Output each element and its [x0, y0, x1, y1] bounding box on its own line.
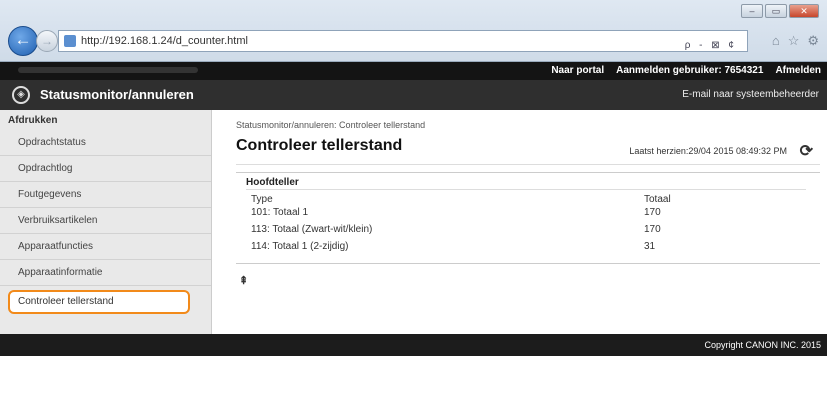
gear-icon[interactable]: ⚙	[807, 33, 819, 49]
sidebar-item-consumables[interactable]: Verbruiksartikelen	[0, 208, 211, 234]
portal-link[interactable]: Naar portal	[551, 65, 604, 76]
back-button[interactable]: ←	[8, 26, 38, 56]
sidebar-item-job-status[interactable]: Opdrachtstatus	[0, 130, 211, 156]
page-title: Controleer tellerstand	[236, 137, 403, 154]
scroll-to-top-icon[interactable]: ⇞	[239, 274, 248, 287]
browser-chrome: – ▭ ✕ ← → http://192.168.1.24/d_counter.…	[0, 0, 827, 62]
column-header-type: Type	[251, 194, 273, 205]
counter-type: 114: Totaal 1 (2-zijdig)	[251, 241, 349, 252]
sidebar-item-job-log[interactable]: Opdrachtlog	[0, 156, 211, 182]
counter-panel: Hoofdteller Type Totaal 101: Totaal 1 17…	[236, 172, 820, 264]
window-controls: – ▭ ✕	[741, 4, 819, 18]
column-header-total: Totaal	[644, 194, 671, 205]
login-info: Aanmelden gebruiker: 7654321	[616, 65, 763, 76]
breadcrumb: Statusmonitor/annuleren: Controleer tell…	[236, 120, 426, 130]
status-monitor-icon: ◈	[12, 86, 30, 104]
section-heading: Hoofdteller	[246, 177, 299, 188]
sidebar-item-check-counter[interactable]: Controleer tellerstand	[8, 290, 190, 314]
url-text: http://192.168.1.24/d_counter.html	[81, 35, 248, 47]
login-user: 7654321	[724, 65, 764, 76]
refresh-icon[interactable]: ⟳	[800, 141, 813, 161]
counter-total: 170	[644, 207, 661, 218]
home-icon[interactable]: ⌂	[772, 33, 780, 49]
address-bar[interactable]: http://192.168.1.24/d_counter.html ρ - ⊠…	[58, 30, 748, 52]
table-row: 101: Totaal 1 170	[251, 206, 671, 219]
title-divider	[236, 164, 820, 165]
address-tools[interactable]: ρ - ⊠ ¢	[685, 36, 737, 56]
sidebar-item-device-info[interactable]: Apparaatinformatie	[0, 260, 211, 286]
sidebar-heading: Afdrukken	[8, 115, 58, 126]
mail-admin-link[interactable]: E-mail naar systeembeheerder	[682, 89, 819, 100]
maximize-icon[interactable]: ▭	[765, 4, 787, 18]
star-icon[interactable]: ☆	[788, 33, 800, 49]
device-name-redacted	[18, 67, 198, 73]
forward-button[interactable]: →	[36, 30, 58, 52]
last-updated: Laatst herzien:29/04 2015 08:49:32 PM	[629, 146, 787, 156]
section-divider	[246, 189, 806, 190]
login-label: Aanmelden gebruiker:	[616, 65, 722, 76]
browser-toolbar-icons: ⌂ ☆ ⚙	[772, 33, 819, 49]
table-row: 114: Totaal 1 (2-zijdig) 31	[251, 240, 671, 253]
main-content: Statusmonitor/annuleren: Controleer tell…	[213, 110, 827, 334]
counter-type: 101: Totaal 1	[251, 207, 309, 218]
copyright: Copyright CANON INC. 2015	[704, 340, 821, 350]
app-title: Statusmonitor/annuleren	[40, 87, 194, 102]
logout-link[interactable]: Afmelden	[775, 65, 821, 76]
top-bar: Naar portal Aanmelden gebruiker: 7654321…	[0, 62, 827, 80]
app-header: ◈ Statusmonitor/annuleren E-mail naar sy…	[0, 80, 827, 110]
footer: Copyright CANON INC. 2015	[0, 334, 827, 356]
favicon-icon	[64, 35, 76, 47]
minimize-icon[interactable]: –	[741, 4, 763, 18]
table-header-row: Type Totaal	[251, 193, 671, 206]
sidebar-item-device-features[interactable]: Apparaatfuncties	[0, 234, 211, 260]
counter-total: 170	[644, 224, 661, 235]
sidebar: Afdrukken Opdrachtstatus Opdrachtlog Fou…	[0, 110, 212, 334]
table-row: 113: Totaal (Zwart-wit/klein) 170	[251, 223, 671, 236]
close-icon[interactable]: ✕	[789, 4, 819, 18]
counter-table: Type Totaal 101: Totaal 1 170 113: Totaa…	[251, 193, 671, 253]
counter-type: 113: Totaal (Zwart-wit/klein)	[251, 224, 373, 235]
sidebar-item-error-info[interactable]: Foutgegevens	[0, 182, 211, 208]
counter-total: 31	[644, 241, 656, 252]
